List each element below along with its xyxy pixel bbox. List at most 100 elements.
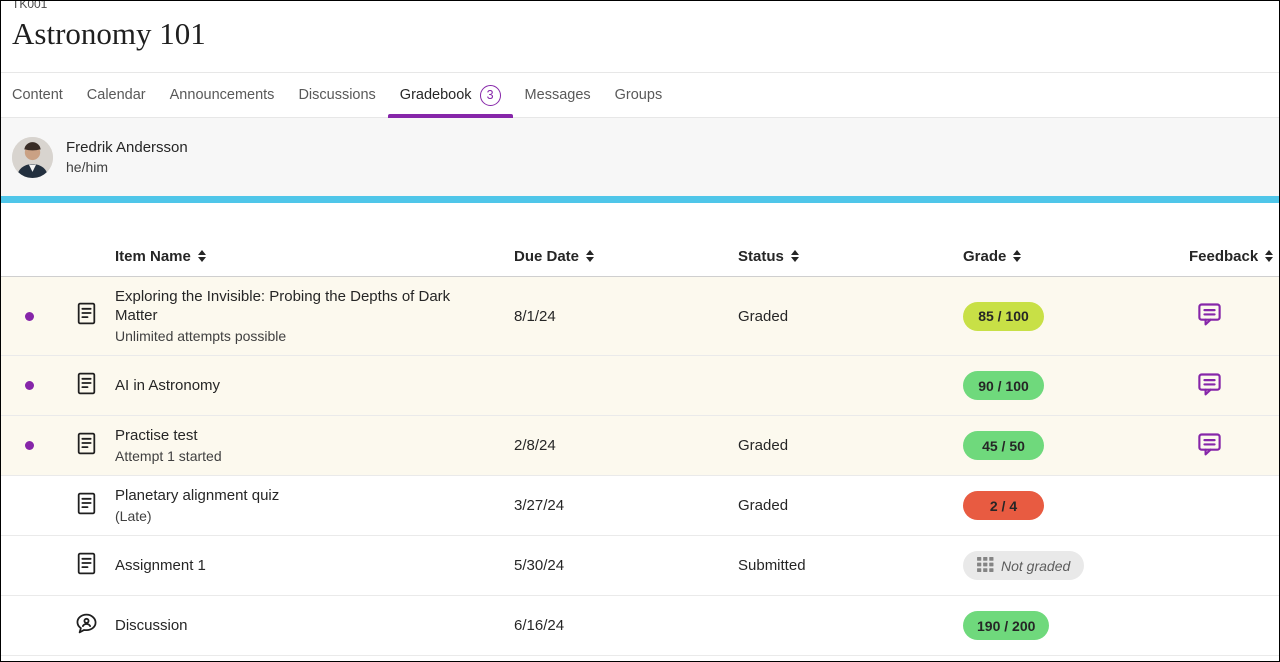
tab-label: Gradebook [400,87,472,103]
table-header-row: Item Name Due Date Status Grade Feedback [1,236,1279,277]
item-icon-cell [57,371,115,401]
tab-discussions[interactable]: Discussions [298,73,375,117]
item-name-link[interactable]: Assignment 1 [115,556,463,575]
gradebook-table: Item Name Due Date Status Grade Feedback [1,203,1279,656]
item-subtitle: (Late) [115,508,463,525]
grade-cell: 85 / 100 [956,302,1182,331]
tab-label: Groups [615,87,663,103]
grade-value: 190 / 200 [977,618,1035,634]
indicator-cell [1,501,57,510]
status: Submitted [731,557,956,574]
feedback-icon[interactable] [1196,300,1223,327]
gradebook-grid-icon [977,557,994,575]
table-row: Practise test Attempt 1 started 2/8/24 G… [1,416,1279,476]
feedback-cell [1182,370,1279,402]
column-header-grade[interactable]: Grade [956,248,1182,265]
column-header-status[interactable]: Status [731,248,956,265]
tab-groups[interactable]: Groups [615,73,663,117]
sort-icon [586,250,594,262]
due-date: 8/1/24 [507,308,731,325]
table-row: Discussion 6/16/24 190 / 200 [1,596,1279,656]
status: Graded [731,437,956,454]
column-header-label: Feedback [1189,248,1258,265]
item-name-cell: Practise test Attempt 1 started [115,416,507,475]
column-header-label: Status [738,248,784,265]
grade-pill[interactable]: 45 / 50 [963,431,1044,460]
document-icon [74,491,99,521]
item-name-link[interactable]: Discussion [115,616,463,635]
item-name-link[interactable]: Exploring the Invisible: Probing the Dep… [115,287,463,325]
column-header-item-name[interactable]: Item Name [115,248,507,265]
student-banner: Fredrik Andersson he/him [1,118,1279,196]
grade-pill[interactable]: 85 / 100 [963,302,1044,331]
item-name-link[interactable]: AI in Astronomy [115,376,463,395]
column-header-feedback[interactable]: Feedback [1182,248,1279,265]
item-icon-cell [57,611,115,641]
course-header: TK001 Astronomy 101 [1,0,1279,73]
indicator-cell [1,441,57,450]
tab-gradebook[interactable]: Gradebook 3 [400,73,501,117]
item-name-cell: AI in Astronomy [115,366,507,405]
sort-icon [1013,250,1021,262]
gradebook-page: TK001 Astronomy 101 Content Calendar Annou… [0,0,1280,662]
column-header-label: Item Name [115,248,191,265]
indicator-cell [1,561,57,570]
new-grade-indicator-dot [25,381,34,390]
column-header-due-date[interactable]: Due Date [507,248,731,265]
indicator-cell [1,621,57,630]
grade-value: 85 / 100 [978,308,1029,324]
due-date: 6/16/24 [507,617,731,634]
item-subtitle: Attempt 1 started [115,448,463,465]
due-date: 5/30/24 [507,557,731,574]
student-avatar [12,137,53,178]
grade-pill[interactable]: 2 / 4 [963,491,1044,520]
grade-value: 90 / 100 [978,378,1029,394]
student-accent-bar [1,196,1279,203]
feedback-icon[interactable] [1196,430,1223,457]
table-body: Exploring the Invisible: Probing the Dep… [1,277,1279,656]
tab-label: Announcements [170,87,275,103]
new-grade-indicator-dot [25,441,34,450]
document-icon [74,301,99,331]
grade-pill[interactable]: 90 / 100 [963,371,1044,400]
grade-pill[interactable]: 190 / 200 [963,611,1049,640]
grade-pill[interactable]: Not graded [963,551,1084,580]
feedback-icon[interactable] [1196,370,1223,397]
document-icon [74,431,99,461]
student-pronouns: he/him [66,159,188,175]
tab-label: Calendar [87,87,146,103]
table-row: Exploring the Invisible: Probing the Dep… [1,277,1279,356]
indicator-cell [1,312,57,321]
avatar-photo [12,137,53,178]
document-icon [74,371,99,401]
grade-value: Not graded [1001,558,1070,574]
grade-value: 2 / 4 [990,498,1017,514]
item-name-link[interactable]: Practise test [115,426,463,445]
tab-badge-count: 3 [480,85,501,106]
discussion-icon [74,611,99,641]
item-name-cell: Exploring the Invisible: Probing the Dep… [115,277,507,355]
item-subtitle: Unlimited attempts possible [115,328,463,345]
tab-label: Discussions [298,87,375,103]
tab-calendar[interactable]: Calendar [87,73,146,117]
status: Graded [731,497,956,514]
tab-announcements[interactable]: Announcements [170,73,275,117]
grade-value: 45 / 50 [982,438,1025,454]
tab-label: Messages [525,87,591,103]
grade-cell: 190 / 200 [956,611,1182,640]
item-name-cell: Discussion [115,606,507,645]
due-date: 2/8/24 [507,437,731,454]
item-icon-cell [57,551,115,581]
tab-messages[interactable]: Messages [525,73,591,117]
grade-cell: 2 / 4 [956,491,1182,520]
item-name-link[interactable]: Planetary alignment quiz [115,486,463,505]
tab-label: Content [12,87,63,103]
student-name: Fredrik Andersson [66,139,188,156]
sort-icon [791,250,799,262]
item-icon-cell [57,301,115,331]
table-row: Planetary alignment quiz (Late) 3/27/24 … [1,476,1279,536]
item-name-cell: Planetary alignment quiz (Late) [115,476,507,535]
grade-cell: Not graded [956,551,1182,580]
item-icon-cell [57,491,115,521]
tab-content[interactable]: Content [12,73,63,117]
